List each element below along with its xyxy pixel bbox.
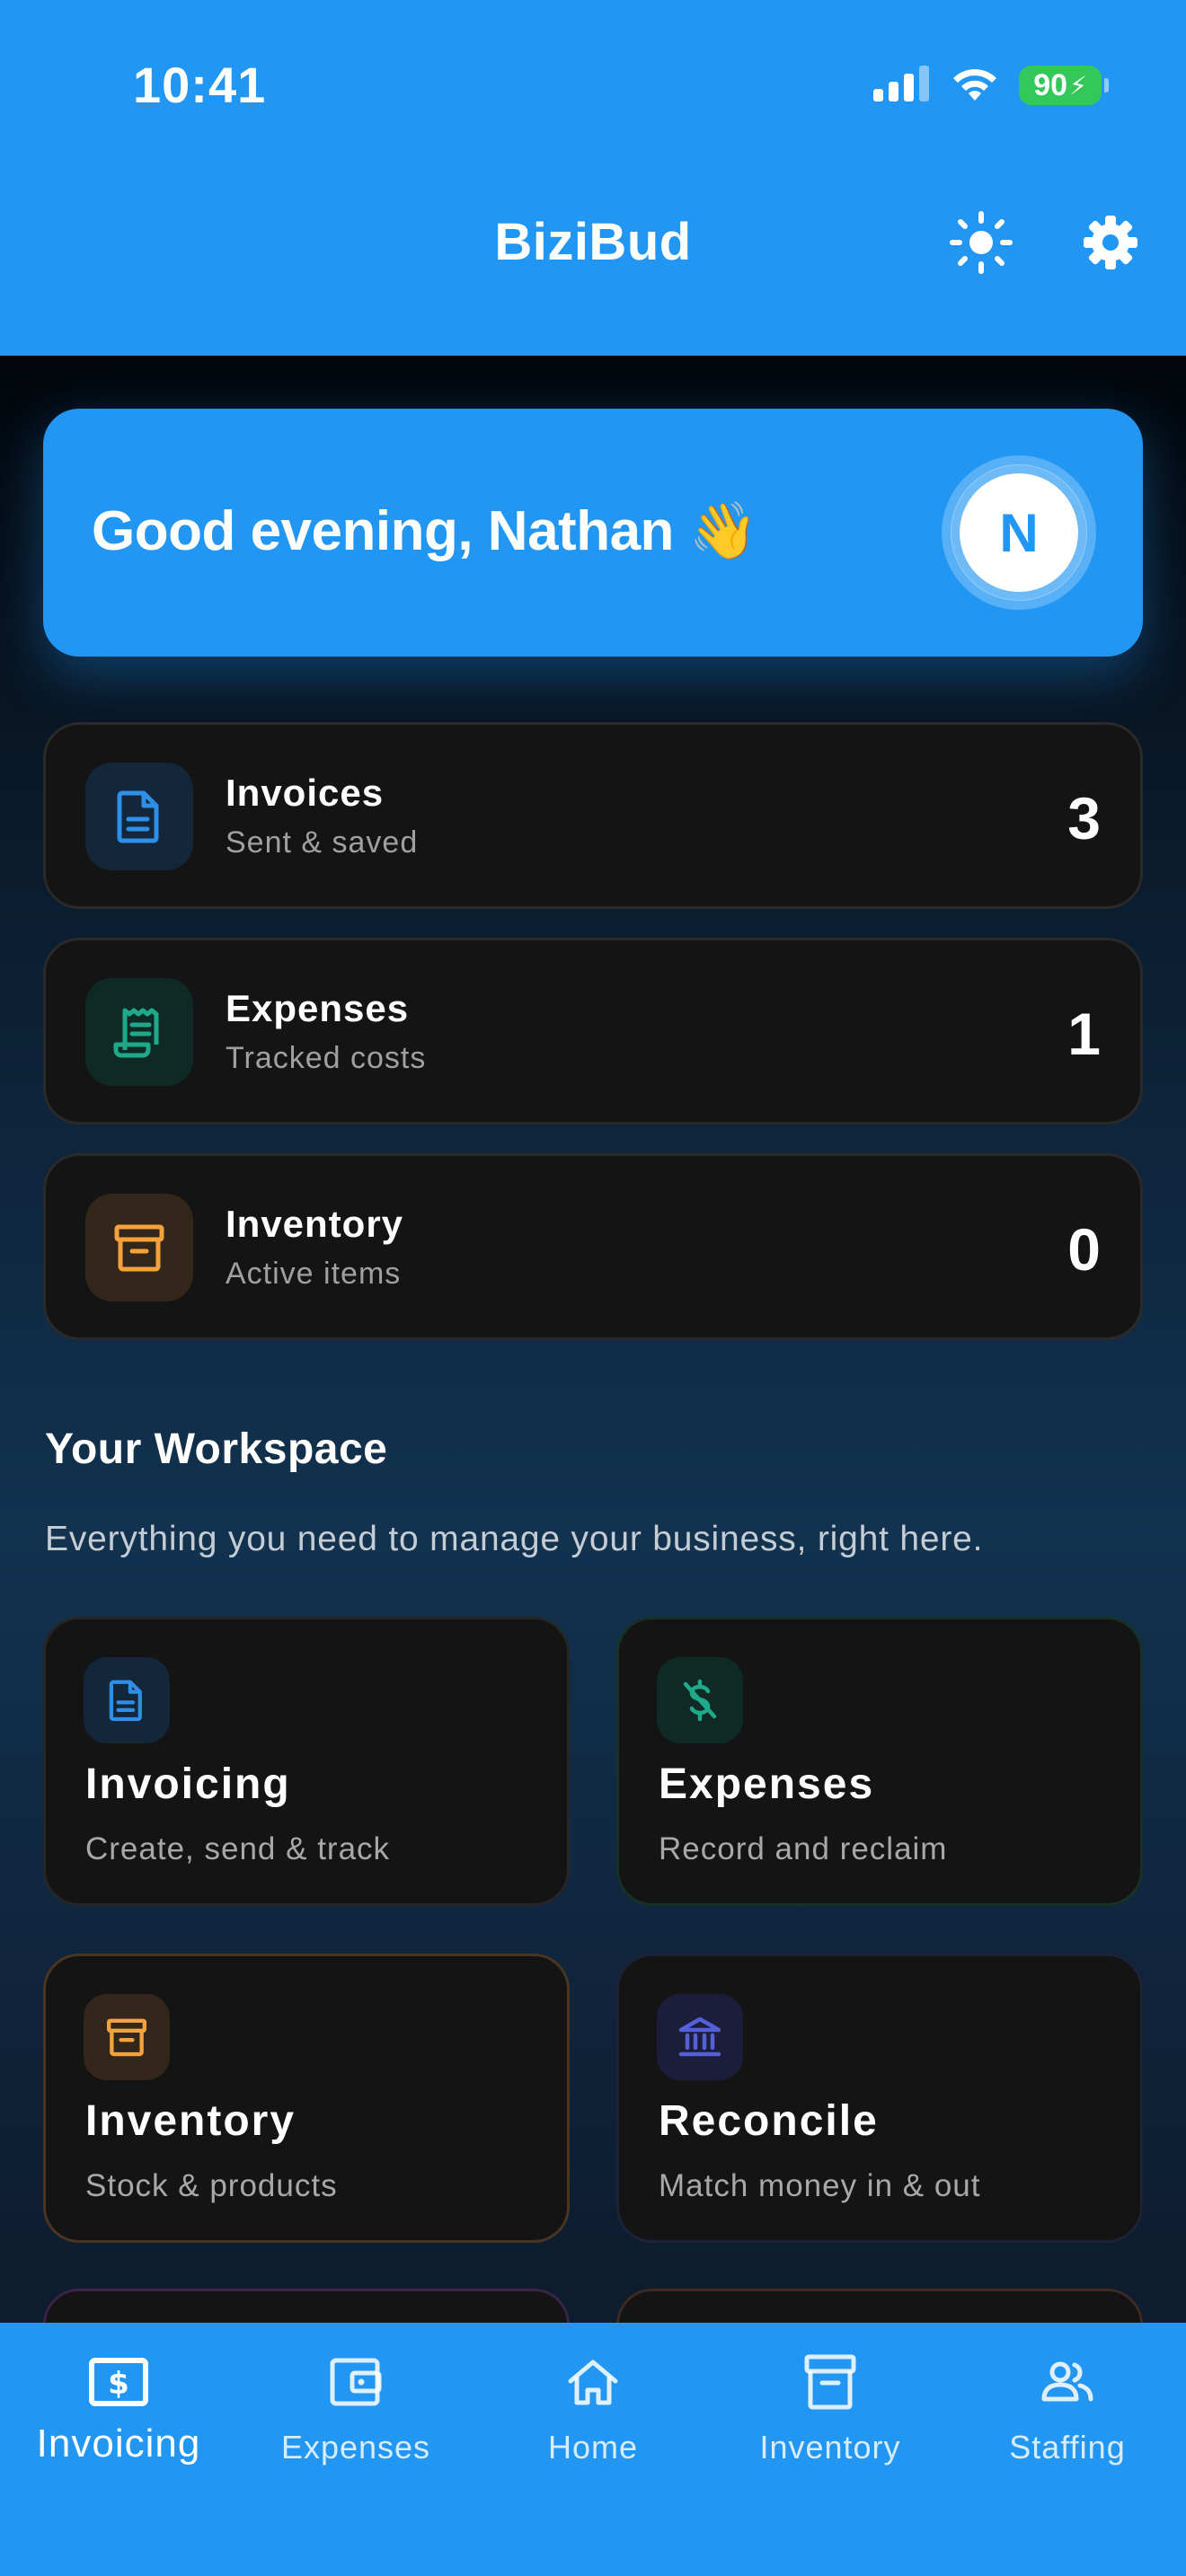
stat-subtitle: Sent & saved	[226, 825, 419, 860]
stat-card-expenses[interactable]: Expenses Tracked costs 1	[43, 938, 1143, 1125]
document-icon	[109, 1680, 142, 1722]
archive-icon	[106, 2018, 147, 2057]
nav-label: Home	[547, 2429, 639, 2466]
tile-subtitle: Stock & products	[85, 2168, 338, 2203]
nav-label: Staffing	[1009, 2429, 1126, 2466]
stat-icon-box	[85, 1194, 193, 1301]
stat-title: Invoices	[226, 772, 385, 814]
tile-expenses[interactable]: Expenses Record and reclaim	[616, 1617, 1143, 1906]
home-icon	[568, 2360, 618, 2405]
bank-icon	[678, 2016, 721, 2057]
bottom-nav: $ Invoicing Expenses Home Inventory Staf…	[0, 2323, 1186, 2576]
tile-icon-box	[84, 1994, 170, 2080]
dollar-slash-icon	[683, 1679, 717, 1722]
stat-subtitle: Active items	[226, 1257, 402, 1291]
greeting-card: Good evening, Nathan 👋 N	[43, 409, 1143, 657]
nav-item-home[interactable]: Home	[474, 2323, 712, 2502]
settings-button[interactable]	[1075, 207, 1146, 278]
gear-icon	[1084, 216, 1137, 269]
battery-level: 90	[1033, 67, 1068, 102]
avatar[interactable]: N	[951, 464, 1087, 601]
tile-icon-box	[84, 1657, 170, 1743]
battery-indicator: 90 ⚡	[1019, 66, 1109, 105]
app-screen: 10:41 90 ⚡ BiziBud Good evening, Nathan …	[0, 0, 1186, 2576]
wallet-icon	[330, 2358, 382, 2406]
tile-title: Invoicing	[85, 1760, 291, 1808]
tile-subtitle: Match money in & out	[659, 2168, 981, 2203]
tile-title: Reconcile	[659, 2097, 879, 2145]
tile-inventory[interactable]: Inventory Stock & products	[43, 1954, 570, 2243]
receipt-icon	[113, 1008, 159, 1058]
stat-card-inventory[interactable]: Inventory Active items 0	[43, 1153, 1143, 1340]
stat-icon-box	[85, 978, 193, 1086]
nav-item-staffing[interactable]: Staffing	[949, 2323, 1186, 2502]
tile-icon-box	[657, 1994, 743, 2080]
stat-icon-box	[85, 763, 193, 870]
nav-label: Expenses	[280, 2429, 431, 2466]
status-icons: 90 ⚡	[873, 63, 1109, 108]
stat-count: 3	[1067, 785, 1101, 851]
stat-count: 0	[1067, 1216, 1101, 1283]
cellular-signal-icon	[873, 65, 931, 106]
tile-reconcile[interactable]: Reconcile Match money in & out	[616, 1954, 1143, 2243]
dollar-bill-icon: $	[89, 2358, 148, 2406]
charging-bolt-icon: ⚡	[1069, 71, 1087, 100]
app-header: 10:41 90 ⚡ BiziBud	[0, 0, 1186, 356]
theme-toggle-button[interactable]	[945, 207, 1017, 278]
archive-icon	[114, 1224, 164, 1272]
tile-subtitle: Create, send & track	[85, 1831, 391, 1866]
stat-count: 1	[1067, 1001, 1101, 1067]
wifi-icon	[949, 65, 1001, 107]
tile-title: Expenses	[659, 1760, 875, 1808]
stat-title: Expenses	[226, 987, 410, 1029]
status-time: 10:41	[133, 57, 267, 113]
stat-title: Inventory	[226, 1203, 404, 1245]
archive-icon	[804, 2354, 856, 2410]
tile-invoicing[interactable]: Invoicing Create, send & track	[43, 1617, 570, 1906]
stat-subtitle: Tracked costs	[226, 1041, 427, 1075]
nav-item-invoicing[interactable]: $ Invoicing	[0, 2323, 237, 2502]
tile-icon-box	[657, 1657, 743, 1743]
svg-text:$: $	[108, 2366, 129, 2402]
nav-label: Inventory	[759, 2429, 901, 2466]
sun-icon	[950, 211, 1013, 274]
tile-title: Inventory	[85, 2097, 296, 2145]
nav-item-inventory[interactable]: Inventory	[712, 2323, 949, 2502]
workspace-title: Your Workspace	[45, 1425, 388, 1473]
workspace-description: Everything you need to manage your busin…	[45, 1520, 984, 1558]
document-icon	[117, 790, 159, 843]
stat-card-invoices[interactable]: Invoices Sent & saved 3	[43, 722, 1143, 909]
nav-label: Invoicing	[36, 2422, 201, 2466]
people-icon	[1041, 2361, 1093, 2402]
greeting-text: Good evening, Nathan 👋	[92, 500, 758, 562]
tile-subtitle: Record and reclaim	[659, 1831, 948, 1866]
nav-item-expenses[interactable]: Expenses	[237, 2323, 474, 2502]
